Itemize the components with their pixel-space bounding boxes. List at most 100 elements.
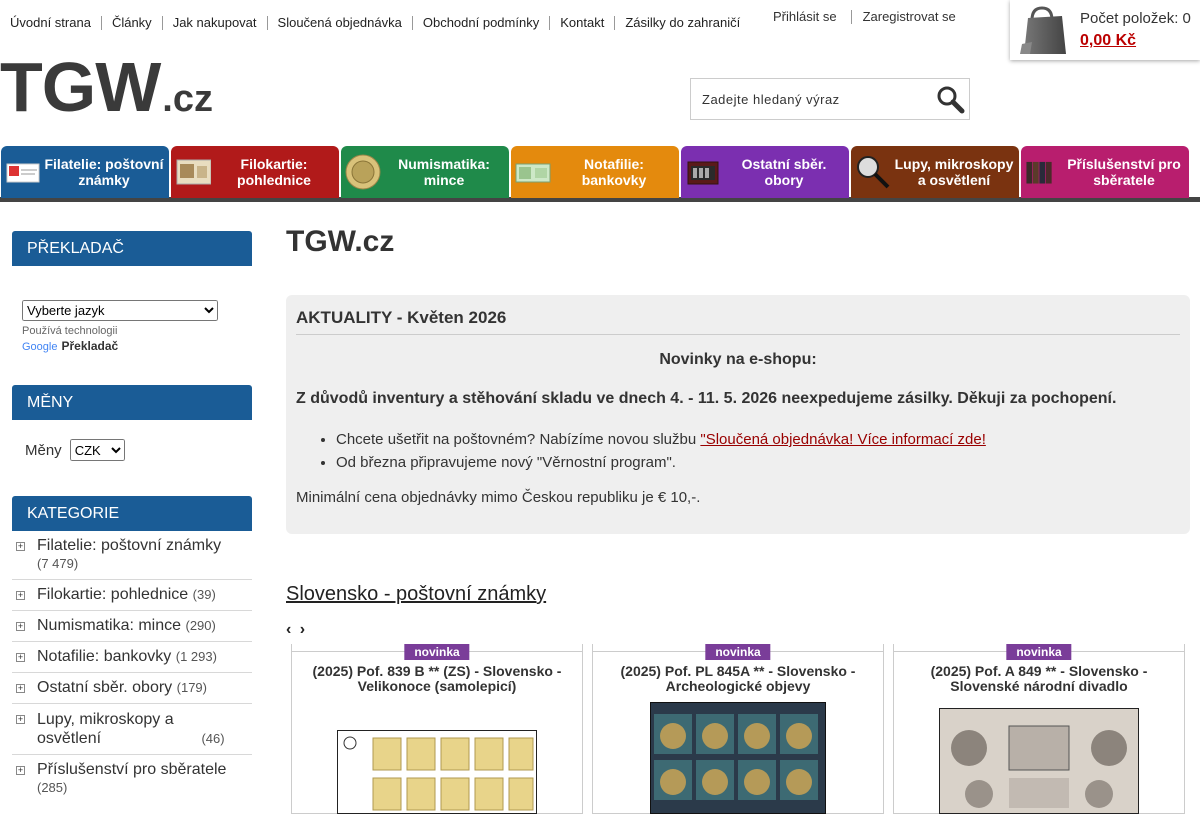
category-item[interactable]: + Notafilie: bankovky (1 293) [12,642,252,673]
category-tabs: Filatelie: poštovní známky Filokartie: p… [0,146,1200,202]
product-title[interactable]: (2025) Pof. PL 845A ** - Slovensko - Arc… [601,664,875,694]
postcard-icon [176,159,211,185]
currency-select[interactable]: CZK [69,439,125,461]
search-icon[interactable] [935,84,965,114]
category-name[interactable]: Filatelie: poštovní známky [37,537,221,554]
product-card[interactable]: novinka (2025) Pof. 839 B ** (ZS) - Slov… [291,644,583,814]
category-item[interactable]: + Ostatní sběr. obory (179) [12,673,252,704]
carousel-arrows[interactable]: ‹ › [286,621,1190,639]
cart-count: Počet položek: 0 [1080,10,1191,27]
category-count: (7 479) [37,556,79,571]
expand-icon[interactable]: + [16,591,25,600]
expand-icon[interactable]: + [16,715,25,724]
category-name[interactable]: Příslušenství pro sběratele [37,761,226,778]
category-count: (290) [185,618,216,633]
category-count: (1 293) [175,649,217,664]
stamp-sheet-image[interactable] [650,702,826,814]
tab-label: Příslušenství pro sběratele [1067,156,1181,188]
expand-icon[interactable]: + [16,684,25,693]
expand-icon[interactable]: + [16,766,25,775]
section-link-slovakia[interactable]: Slovensko - poštovní známky [286,583,1190,606]
stamp-envelope-icon [6,163,40,183]
tab-label: Lupy, mikroskopy a osvětlení [894,156,1014,188]
google-logo: Google [22,341,58,353]
product-title[interactable]: (2025) Pof. A 849 ** - Slovensko - Slove… [902,664,1176,694]
category-item[interactable]: + Lupy, mikroskopy a osvětlení (46) [12,704,252,755]
currency-heading: MĚNY [12,385,252,420]
category-count: (39) [192,587,216,602]
search-input[interactable] [691,79,926,119]
cart-widget[interactable]: Počet položek: 0 0,00 Kč [1010,0,1200,60]
product-title[interactable]: (2025) Pof. 839 B ** (ZS) - Slovensko - … [300,664,574,694]
account-links: Přihlásit se Zaregistrovat se [762,10,970,24]
currency-label: Měny [25,441,62,459]
nav-home[interactable]: Úvodní strana [0,16,102,30]
category-name[interactable]: Filokartie: pohlednice [37,586,188,603]
category-count: (179) [176,680,207,695]
tab-label: Notafilie: bankovky [581,156,647,188]
tab-other-collecting[interactable]: Ostatní sběr. obory [681,146,849,198]
top-nav: Úvodní strana Články Jak nakupovat Slouč… [0,0,760,46]
expand-icon[interactable]: + [16,622,25,631]
language-select[interactable]: Vyberte jazyk [22,300,218,321]
category-name[interactable]: Numismatika: mince [37,617,181,634]
category-item[interactable]: + Příslušenství pro sběratele (285) [12,755,252,803]
nav-shipping-abroad[interactable]: Zásilky do zahraničí [615,16,750,30]
news-list: Chcete ušetřit na poštovném? Nabízíme no… [336,428,1180,474]
category-item[interactable]: + Filokartie: pohlednice (39) [12,580,252,611]
currency-row: Měny CZK [25,439,252,461]
tab-label: Ostatní sběr. obory [741,156,827,188]
magnifier-icon [857,156,890,189]
news-subheading: Novinky na e-shopu: [659,351,817,368]
nav-how-to-buy[interactable]: Jak nakupovat [163,16,268,30]
tab-banknotes[interactable]: Notafilie: bankovky [511,146,679,198]
login-link[interactable]: Přihlásit se [762,10,852,24]
expand-icon[interactable]: + [16,653,25,662]
tab-magnifiers[interactable]: Lupy, mikroskopy a osvětlení [851,146,1019,198]
category-count: (285) [37,780,68,795]
news-heading: AKTUALITY - Květen 2026 [296,308,1180,335]
nav-merged-order[interactable]: Sloučená objednávka [268,16,413,30]
new-badge: novinka [1006,644,1072,660]
shopping-bag-icon [1020,6,1066,54]
banknote-icon [515,163,551,183]
sidebar: PŘEKLADAČ Vyberte jazyk Používá technolo… [12,231,252,803]
nav-contact[interactable]: Kontakt [550,16,616,30]
product-card[interactable]: novinka (2025) Pof. PL 845A ** - Slovens… [592,644,884,814]
powered-by-text: Používá technologii [22,325,118,337]
news-item: Od března připravujeme nový "Věrnostní p… [336,451,1180,474]
translator-product: Překladač [61,339,119,353]
stamp-sheet-image[interactable] [337,730,537,814]
register-link[interactable]: Zaregistrovat se [852,10,970,24]
category-item[interactable]: + Filatelie: poštovní známky (7 479) [12,531,252,580]
google-translate-brand[interactable]: Google Překladač [22,339,252,353]
search-box [690,78,970,120]
site-logo[interactable]: TGW .cz [0,52,213,122]
tab-accessories[interactable]: Příslušenství pro sběratele [1021,146,1189,198]
product-card[interactable]: novinka (2025) Pof. A 849 ** - Slovensko… [893,644,1185,814]
expand-icon[interactable]: + [16,542,25,551]
nav-articles[interactable]: Články [102,16,163,30]
product-carousel: novinka (2025) Pof. 839 B ** (ZS) - Slov… [291,644,1185,814]
cart-total[interactable]: 0,00 Kč [1080,32,1136,50]
souvenir-sheet-image[interactable] [939,708,1139,814]
logo-main: TGW [0,48,161,126]
tab-philately[interactable]: Filatelie: poštovní známky [1,146,169,198]
category-list: + Filatelie: poštovní známky (7 479) + F… [12,531,252,803]
coin-icon [345,154,381,190]
album-books-icon [1026,161,1052,184]
category-name[interactable]: Notafilie: bankovky [37,648,171,665]
merged-order-link[interactable]: "Sloučená objednávka! Více informací zde… [700,431,986,448]
category-item[interactable]: + Numismatika: mince (290) [12,611,252,642]
category-name[interactable]: Lupy, mikroskopy a osvětlení [37,710,197,748]
category-name[interactable]: Ostatní sběr. obory [37,679,172,696]
new-badge: novinka [705,644,771,660]
tab-numismatics[interactable]: Numismatika: mince [341,146,509,198]
nav-terms[interactable]: Obchodní podmínky [413,16,551,30]
minimum-price-note: Minimální cena objednávky mimo Českou re… [296,489,701,506]
categories-heading: KATEGORIE [12,496,252,531]
new-badge: novinka [404,644,470,660]
tab-label: Filatelie: poštovní známky [44,156,164,188]
page-title: TGW.cz [286,225,395,258]
tab-postcards[interactable]: Filokartie: pohlednice [171,146,339,198]
